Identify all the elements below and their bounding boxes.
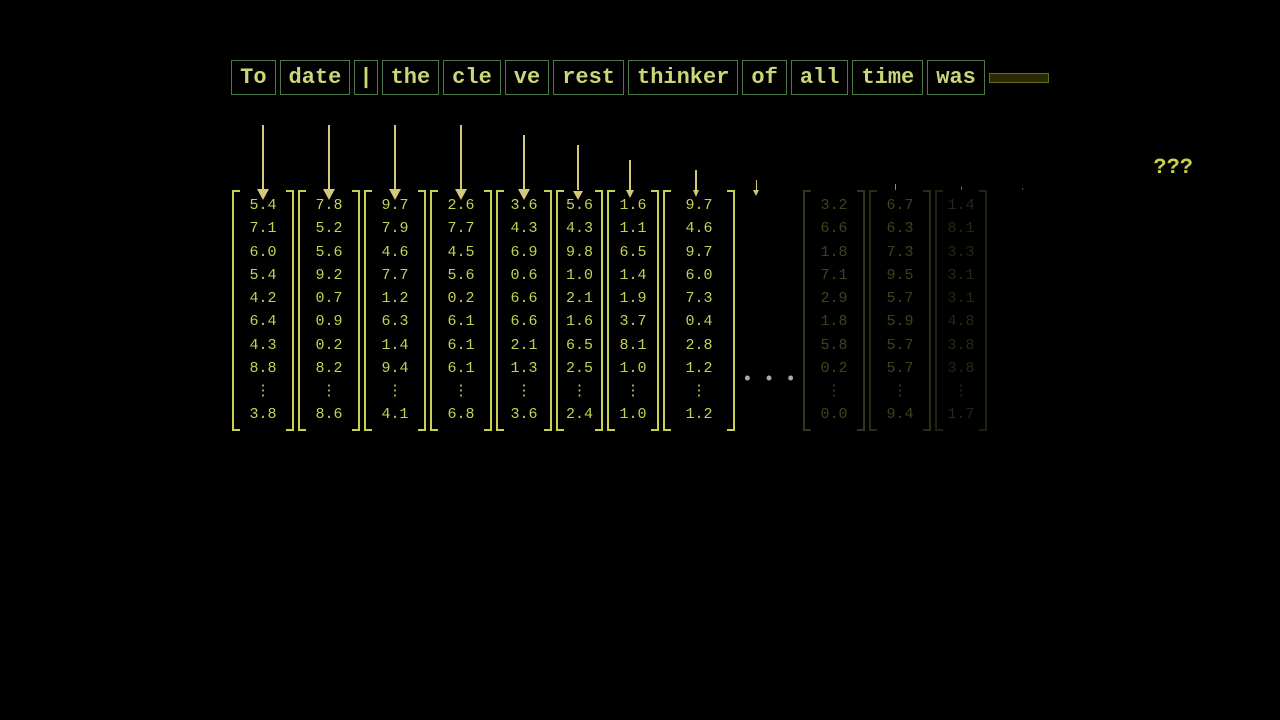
bracket-left <box>803 190 811 431</box>
bracket-left <box>364 190 372 431</box>
bracket-left <box>869 190 877 431</box>
bracket-right <box>923 190 931 431</box>
bracket-left <box>607 190 615 431</box>
bracket-left <box>663 190 671 431</box>
column-was: 1.48.13.33.13.14.83.83.8⋮1.7 <box>935 190 987 431</box>
col-was-values: 1.48.13.33.13.14.83.83.8⋮1.7 <box>948 194 975 427</box>
bracket-right <box>857 190 865 431</box>
bracket-right <box>418 190 426 431</box>
token-all: all <box>791 60 849 95</box>
token-to: To <box>231 60 275 95</box>
bracket-right <box>727 190 735 431</box>
column-thinker: 9.74.69.76.07.30.42.81.2⋮1.2 <box>663 190 735 431</box>
column-cle: 3.64.36.90.66.66.62.11.3⋮3.6 <box>496 190 552 431</box>
token-date: date <box>280 60 351 95</box>
token-time: time <box>852 60 923 95</box>
column-the: 2.67.74.55.60.26.16.16.1⋮6.8 <box>430 190 492 431</box>
column-rest: 1.61.16.51.41.93.78.11.0⋮1.0 <box>607 190 659 431</box>
main-container: To date | the cle ve rest thinker of all… <box>0 0 1280 720</box>
token-the: the <box>382 60 440 95</box>
col-ve-values: 5.64.39.81.02.11.66.52.5⋮2.4 <box>566 194 593 427</box>
bracket-right <box>651 190 659 431</box>
bracket-left <box>430 190 438 431</box>
token-unknown <box>989 73 1049 83</box>
bracket-left <box>232 190 240 431</box>
bracket-left <box>935 190 943 431</box>
token-of: of <box>742 60 786 95</box>
token-pipe: | <box>354 60 377 95</box>
bracket-left <box>298 190 306 431</box>
bracket-left <box>496 190 504 431</box>
col-thinker-values: 9.74.69.76.07.30.42.81.2⋮1.2 <box>686 194 713 427</box>
col-time-values: 6.76.37.39.55.75.95.75.7⋮9.4 <box>887 194 914 427</box>
hidden-columns-dots: • • • <box>739 190 799 390</box>
token-cle: cle <box>443 60 501 95</box>
col-date-values: 7.85.25.69.20.70.90.28.2⋮8.6 <box>315 194 342 427</box>
token-ve: ve <box>505 60 549 95</box>
col-all-values: 3.26.61.87.12.91.85.80.2⋮0.0 <box>821 194 848 427</box>
unknown-label: ??? <box>1153 155 1193 180</box>
bracket-right <box>979 190 987 431</box>
token-thinker: thinker <box>628 60 738 95</box>
col-cle-values: 3.64.36.90.66.66.62.11.3⋮3.6 <box>510 194 537 427</box>
col-rest-values: 1.61.16.51.41.93.78.11.0⋮1.0 <box>620 194 647 427</box>
bracket-right <box>544 190 552 431</box>
column-date: 7.85.25.69.20.70.90.28.2⋮8.6 <box>298 190 360 431</box>
token-rest: rest <box>553 60 624 95</box>
bracket-right <box>595 190 603 431</box>
bracket-left <box>556 190 564 431</box>
col-the-values: 2.67.74.55.60.26.16.16.1⋮6.8 <box>447 194 474 427</box>
col-pipe-values: 9.77.94.67.71.26.31.49.4⋮4.1 <box>381 194 408 427</box>
col-to-values: 5.47.16.05.44.26.44.38.8⋮3.8 <box>249 194 276 427</box>
column-to: 5.47.16.05.44.26.44.38.8⋮3.8 <box>232 190 294 431</box>
column-time: 6.76.37.39.55.75.95.75.7⋮9.4 <box>869 190 931 431</box>
bracket-right <box>484 190 492 431</box>
bracket-right <box>352 190 360 431</box>
column-ve: 5.64.39.81.02.11.66.52.5⋮2.4 <box>556 190 603 431</box>
bracket-right <box>286 190 294 431</box>
column-pipe: 9.77.94.67.71.26.31.49.4⋮4.1 <box>364 190 426 431</box>
token-row: To date | the cle ve rest thinker of all… <box>231 60 1049 95</box>
column-all: 3.26.61.87.12.91.85.80.2⋮0.0 <box>803 190 865 431</box>
token-was: was <box>927 60 985 95</box>
